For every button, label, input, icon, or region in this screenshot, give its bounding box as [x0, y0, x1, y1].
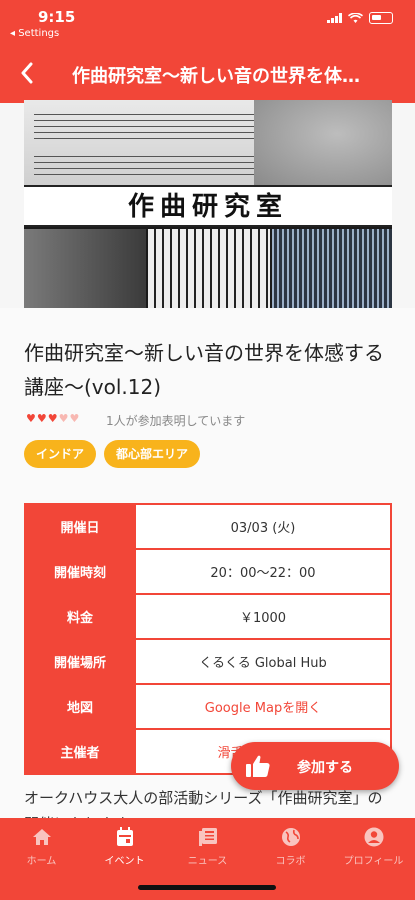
- profile-icon: [364, 827, 383, 847]
- info-row-fee: 料金 ￥1000: [24, 593, 392, 640]
- globe-icon: [281, 828, 300, 846]
- wifi-icon: [348, 12, 363, 23]
- heart-icon: ♥: [69, 412, 80, 425]
- tab-label: ホーム: [26, 856, 57, 867]
- mixer-photo: [24, 229, 146, 308]
- home-indicator: [138, 885, 276, 890]
- info-label: 開催時刻: [24, 548, 136, 595]
- tab-label: イベント: [104, 856, 145, 867]
- join-button-label: 参加する: [297, 760, 353, 776]
- back-to-settings-link[interactable]: ◂ Settings: [10, 28, 59, 39]
- info-label: 料金: [24, 593, 136, 640]
- tag-area[interactable]: 都心部エリア: [104, 440, 200, 468]
- info-value: 03/03 (火): [134, 503, 392, 550]
- info-label: 地図: [24, 683, 136, 730]
- tab-profile[interactable]: プロフィール: [332, 826, 415, 867]
- open-map-link[interactable]: Google Mapを開く: [134, 683, 392, 730]
- news-icon: [198, 828, 217, 846]
- info-value: 20：00〜22：00: [134, 548, 392, 595]
- hero-banner-text: 作曲研究室: [24, 185, 392, 227]
- info-value: ￥1000: [134, 593, 392, 640]
- event-info-table: 開催日 03/03 (火) 開催時刻 20：00〜22：00 料金 ￥1000 …: [24, 503, 392, 775]
- tag-indoor[interactable]: インドア: [24, 440, 96, 468]
- info-row-time: 開催時刻 20：00〜22：00: [24, 548, 392, 595]
- info-row-date: 開催日 03/03 (火): [24, 503, 392, 550]
- hand-with-pen-photo: [254, 100, 392, 185]
- tab-label: プロフィール: [343, 856, 404, 867]
- info-row-venue: 開催場所 くるくる Global Hub: [24, 638, 392, 685]
- join-button[interactable]: 参加する: [231, 742, 399, 790]
- info-label: 主催者: [24, 728, 136, 775]
- heart-icon: ♥: [26, 412, 36, 425]
- tab-collab[interactable]: コラボ: [249, 826, 332, 867]
- home-icon: [32, 829, 51, 845]
- event-hero-image: 作曲研究室: [24, 100, 392, 308]
- keyboard-photo: [148, 229, 270, 308]
- battery-icon: [369, 12, 393, 24]
- tab-news[interactable]: ニュース: [166, 826, 249, 867]
- chevron-left-icon: [21, 62, 33, 84]
- event-title: 作曲研究室〜新しい音の世界を体感する講座〜(vol.12): [24, 341, 384, 399]
- info-value: くるくる Global Hub: [134, 638, 392, 685]
- hearts-rating: ♥ ♥ ♥ ♥ ♥: [26, 412, 79, 425]
- signal-icon: [327, 13, 342, 23]
- back-button[interactable]: [20, 58, 34, 90]
- heart-icon: ♥: [47, 412, 58, 425]
- nav-title: 作曲研究室〜新しい音の世界を体…: [72, 66, 360, 87]
- tab-events[interactable]: イベント: [83, 826, 166, 867]
- calendar-icon: [116, 827, 133, 846]
- status-bar: 9:15 ◂ Settings: [0, 0, 415, 44]
- thumbs-up-icon: [246, 755, 270, 777]
- participants-count: 1人が参加表明しています: [106, 414, 246, 428]
- tab-label: ニュース: [187, 856, 228, 867]
- info-row-map: 地図 Google Mapを開く: [24, 683, 392, 730]
- info-label: 開催日: [24, 503, 136, 550]
- heart-icon: ♥: [58, 412, 69, 425]
- heart-icon: ♥: [36, 412, 47, 425]
- tab-home[interactable]: ホーム: [0, 826, 83, 867]
- tab-label: コラボ: [275, 856, 306, 867]
- waveform-photo: [272, 229, 392, 308]
- status-time: 9:15: [38, 8, 76, 26]
- info-label: 開催場所: [24, 638, 136, 685]
- navigation-bar: 作曲研究室〜新しい音の世界を体…: [0, 52, 415, 96]
